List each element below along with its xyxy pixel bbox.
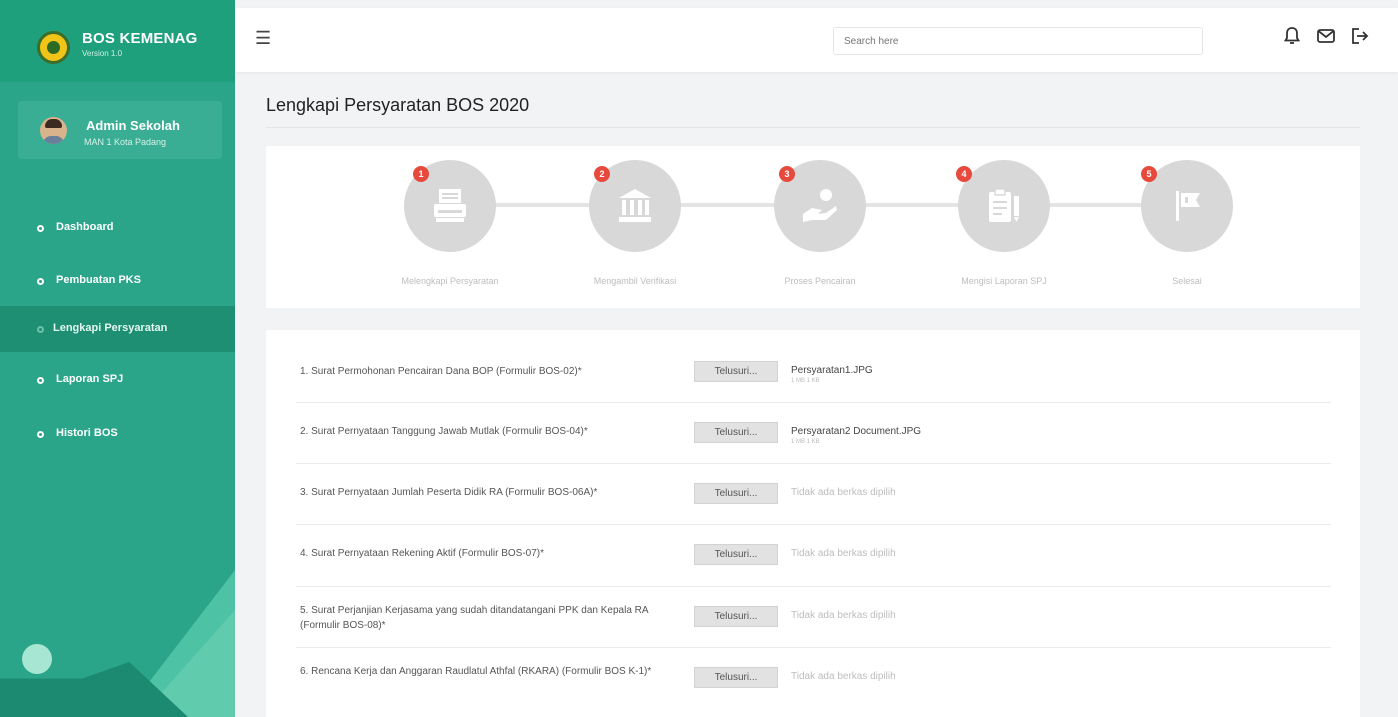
sidebar-item-label: Lengkapi Persyaratan	[53, 322, 168, 334]
requirement-label: 5. Surat Perjanjian Kerjasama yang sudah…	[300, 605, 649, 631]
step-5-label: Selesai	[1172, 276, 1202, 286]
browse-button[interactable]: Telusuri...	[694, 361, 778, 382]
requirement-label: 6. Rencana Kerja dan Anggaran Raudlatul …	[300, 666, 652, 677]
requirement-label: 1. Surat Permohonan Pencairan Dana BOP (…	[300, 366, 582, 377]
flag-icon	[1176, 191, 1200, 221]
sidebar-item-label: Dashboard	[56, 221, 114, 233]
step-4-badge: 4	[956, 166, 972, 182]
brand-version: Version 1.0	[82, 49, 123, 58]
bell-icon[interactable]	[1281, 25, 1303, 47]
sidebar: BOS KEMENAG Version 1.0 Admin Sekolah MA…	[0, 0, 235, 717]
mail-icon[interactable]	[1315, 25, 1337, 47]
circle-icon	[37, 377, 44, 384]
step-2-badge: 2	[594, 166, 610, 182]
no-file-text: Tidak ada berkas dipilih	[791, 671, 896, 682]
topbar: ☰	[235, 8, 1398, 72]
file-name: Persyaratan2 Document.JPG	[791, 426, 922, 437]
requirement-row-1: 1. Surat Permohonan Pencairan Dana BOP (…	[296, 340, 1331, 403]
step-3-badge: 3	[779, 166, 795, 182]
bank-icon	[619, 189, 651, 222]
user-school: MAN 1 Kota Padang	[84, 137, 167, 147]
step-3-label: Proses Pencairan	[784, 276, 856, 286]
sidebar-item-label: Pembuatan PKS	[56, 274, 141, 286]
requirement-row-3: 3. Surat Pernyataan Jumlah Peserta Didik…	[296, 464, 1331, 525]
step-5-badge: 5	[1141, 166, 1157, 182]
requirement-label: 2. Surat Pernyataan Tanggung Jawab Mutla…	[300, 426, 588, 437]
sidebar-item-pembuatan-pks[interactable]: Pembuatan PKS	[0, 258, 235, 304]
step-2-label: Mengambil Verifikasi	[593, 276, 677, 286]
sidebar-item-label: Histori BOS	[56, 427, 118, 439]
requirement-row-6: 6. Rencana Kerja dan Anggaran Raudlatul …	[296, 648, 1331, 709]
browse-button[interactable]: Telusuri...	[694, 606, 778, 627]
sidebar-item-lengkapi-persyaratan[interactable]: Lengkapi Persyaratan	[0, 306, 235, 352]
step-4-label: Mengisi Laporan SPJ	[961, 276, 1047, 286]
circle-icon	[37, 431, 44, 438]
brand-title: BOS KEMENAG	[82, 30, 198, 47]
browse-button[interactable]: Telusuri...	[694, 544, 778, 565]
requirement-row-2: 2. Surat Pernyataan Tanggung Jawab Mutla…	[296, 403, 1331, 464]
browse-button[interactable]: Telusuri...	[694, 483, 778, 504]
hamburger-icon[interactable]: ☰	[255, 28, 271, 49]
typewriter-icon	[434, 189, 466, 222]
user-name: Admin Sekolah	[86, 118, 180, 133]
sidebar-item-dashboard[interactable]: Dashboard	[0, 205, 235, 251]
step-1-badge: 1	[413, 166, 429, 182]
requirement-row-4: 4. Surat Pernyataan Rekening Aktif (Form…	[296, 525, 1331, 587]
circle-icon	[37, 225, 44, 232]
file-name: Persyaratan1.JPG	[791, 365, 873, 376]
divider	[266, 127, 1360, 128]
progress-stepper: 1 2 3 4 5 Melengkapi Persyaratan Mengamb…	[266, 146, 1360, 308]
circle-icon	[37, 278, 44, 285]
file-size: 1 MB 1 KB	[791, 439, 820, 445]
step-1-label: Melengkapi Persyaratan	[401, 276, 499, 286]
browse-button[interactable]: Telusuri...	[694, 667, 778, 688]
no-file-text: Tidak ada berkas dipilih	[791, 610, 896, 621]
browse-button[interactable]: Telusuri...	[694, 422, 778, 443]
hand-money-icon	[803, 189, 837, 222]
sidebar-item-laporan-spj[interactable]: Laporan SPJ	[0, 357, 235, 403]
requirement-label: 4. Surat Pernyataan Rekening Aktif (Form…	[300, 548, 544, 559]
decor-circle	[22, 644, 52, 674]
kemenag-logo-icon	[37, 31, 70, 64]
user-card[interactable]: Admin Sekolah MAN 1 Kota Padang	[18, 101, 222, 159]
avatar	[40, 117, 67, 144]
brand-header: BOS KEMENAG Version 1.0	[0, 0, 235, 82]
search-input[interactable]	[833, 27, 1203, 55]
logout-icon[interactable]	[1348, 25, 1370, 47]
page-title: Lengkapi Persyaratan BOS 2020	[266, 95, 530, 115]
clipboard-icon	[989, 188, 1019, 222]
circle-icon	[37, 326, 44, 333]
requirement-label: 3. Surat Pernyataan Jumlah Peserta Didik…	[300, 487, 598, 498]
sidebar-item-histori-bos[interactable]: Histori BOS	[0, 411, 235, 457]
requirement-row-5: 5. Surat Perjanjian Kerjasama yang sudah…	[296, 587, 1331, 648]
no-file-text: Tidak ada berkas dipilih	[791, 487, 896, 498]
sidebar-item-label: Laporan SPJ	[56, 373, 124, 385]
requirements-form: 1. Surat Permohonan Pencairan Dana BOP (…	[266, 330, 1360, 717]
no-file-text: Tidak ada berkas dipilih	[791, 548, 896, 559]
file-size: 1 MB 1 KB	[791, 378, 820, 384]
